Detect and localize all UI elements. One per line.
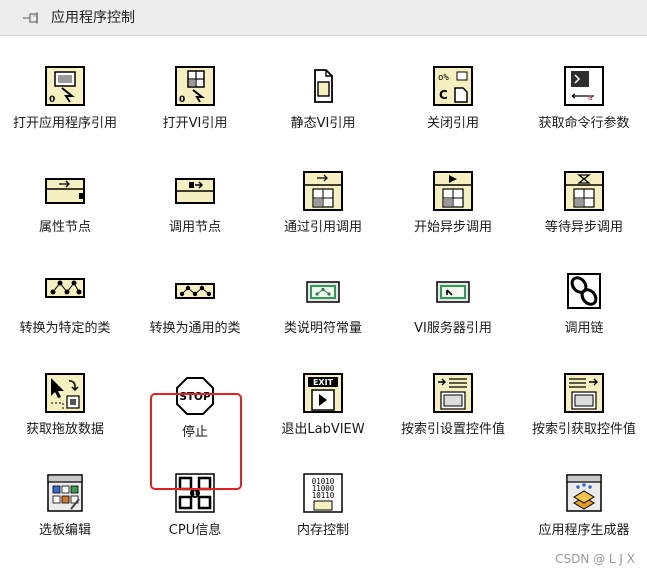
to-generic-class-icon xyxy=(175,272,215,312)
palette-item-label: 按索引获取控件值 xyxy=(531,422,636,437)
palette-item-label: 打开VI引用 xyxy=(162,116,228,131)
palette-item-class-specifier-constant[interactable]: 类说明符常量 xyxy=(258,272,388,342)
palette-item-to-specific-class[interactable]: 转换为特定的类 xyxy=(0,272,130,342)
palette-item-label: 通过引用调用 xyxy=(283,220,362,235)
start-async-call-icon xyxy=(433,171,473,211)
app-builder-icon xyxy=(564,473,604,513)
command-line-args-icon: a xyxy=(564,66,604,106)
palette-item-open-app-ref[interactable]: 0 打开应用程序引用 xyxy=(0,66,130,156)
watermark: CSDN @ L J X xyxy=(555,552,635,566)
get-control-value-icon xyxy=(564,373,604,413)
palette-item-start-async-call[interactable]: 开始异步调用 xyxy=(388,171,518,241)
exit-labview-icon: EXIT xyxy=(303,373,343,413)
palette-item-property-node[interactable]: 属性节点 xyxy=(0,171,130,241)
palette-item-label: 内存控制 xyxy=(296,523,349,538)
palette-item-app-builder[interactable]: 应用程序生成器 xyxy=(519,473,647,543)
palette-item-label: 打开应用程序引用 xyxy=(12,116,117,131)
close-ref-icon: o% C xyxy=(433,66,473,106)
palette-item-label: 获取命令行参数 xyxy=(538,116,630,131)
palette-item-exit-labview[interactable]: EXIT 退出LabVIEW xyxy=(258,373,388,463)
palette-title-bar: 应用程序控制 xyxy=(0,0,647,36)
open-vi-ref-icon: 0 xyxy=(175,66,215,106)
svg-text:i: i xyxy=(194,489,197,498)
palette-item-set-control-value[interactable]: 按索引设置控件值 xyxy=(388,373,518,463)
invoke-node-icon xyxy=(175,171,215,211)
palette-item-label: 选板编辑 xyxy=(38,523,91,538)
palette-item-label: 属性节点 xyxy=(38,220,91,235)
svg-text:o%: o% xyxy=(438,73,449,83)
palette-item-label: 调用链 xyxy=(564,321,604,336)
svg-text:a: a xyxy=(588,93,593,102)
memory-control-icon: 01010 11000 10110 xyxy=(303,473,343,513)
palette-item-get-control-value[interactable]: 按索引获取控件值 xyxy=(519,373,647,463)
palette-item-memory-control[interactable]: 01010 11000 10110 内存控制 xyxy=(258,473,388,543)
palette-item-label: 调用节点 xyxy=(168,220,221,235)
selected-item-highlight xyxy=(150,393,242,490)
class-specifier-constant-icon xyxy=(303,272,343,312)
palette-item-label: 静态VI引用 xyxy=(290,116,356,131)
palette-item-close-ref[interactable]: o% C 关闭引用 xyxy=(388,66,518,156)
palette-item-open-vi-ref[interactable]: 0 打开VI引用 xyxy=(130,66,260,156)
palette-item-to-generic-class[interactable]: 转换为通用的类 xyxy=(130,272,260,342)
set-control-value-icon xyxy=(433,373,473,413)
palette-item-get-drag-drop-data[interactable]: 获取拖放数据 xyxy=(0,373,130,463)
open-app-ref-icon: 0 xyxy=(45,66,85,106)
svg-text:C: C xyxy=(439,88,448,102)
get-drag-drop-data-icon xyxy=(45,373,85,413)
palette-item-invoke-node[interactable]: 调用节点 xyxy=(130,171,260,241)
palette-item-label: 开始异步调用 xyxy=(413,220,492,235)
svg-text:0: 0 xyxy=(49,95,55,105)
function-palette: 0 打开应用程序引用 0 打开VI引用 静态VI引用 o% C 关闭引用 a 获… xyxy=(0,36,647,572)
palette-edit-icon xyxy=(45,473,85,513)
palette-item-label: CPU信息 xyxy=(168,523,222,538)
svg-text:0: 0 xyxy=(179,95,185,105)
palette-item-palette-edit[interactable]: 选板编辑 xyxy=(0,473,130,543)
palette-item-vi-server-ref[interactable]: VI服务器引用 xyxy=(388,272,518,342)
palette-item-label: 按索引设置控件值 xyxy=(400,422,505,437)
palette-item-label: VI服务器引用 xyxy=(414,321,492,336)
to-specific-class-icon xyxy=(45,272,85,312)
palette-item-call-by-ref[interactable]: 通过引用调用 xyxy=(258,171,388,241)
palette-item-label: 类说明符常量 xyxy=(283,321,362,336)
static-vi-ref-icon xyxy=(303,66,343,106)
call-by-ref-icon xyxy=(303,171,343,211)
palette-item-wait-async-call[interactable]: 等待异步调用 xyxy=(519,171,647,241)
palette-item-label: 转换为通用的类 xyxy=(149,321,241,336)
pushpin-icon[interactable] xyxy=(22,10,42,26)
palette-item-label: 获取拖放数据 xyxy=(25,422,104,437)
palette-item-label: 关闭引用 xyxy=(426,116,479,131)
palette-item-command-line-args[interactable]: a 获取命令行参数 xyxy=(519,66,647,156)
palette-title: 应用程序控制 xyxy=(51,10,135,26)
palette-item-call-chain[interactable]: 调用链 xyxy=(519,272,647,342)
svg-text:10110: 10110 xyxy=(312,491,335,500)
wait-async-call-icon xyxy=(564,171,604,211)
property-node-icon xyxy=(45,171,85,211)
call-chain-icon xyxy=(564,272,604,312)
palette-item-label: 等待异步调用 xyxy=(544,220,623,235)
exit-sign-text: EXIT xyxy=(313,378,334,387)
vi-server-ref-icon xyxy=(433,272,473,312)
palette-item-label: 应用程序生成器 xyxy=(538,523,630,538)
palette-item-label: 转换为特定的类 xyxy=(19,321,111,336)
palette-item-static-vi-ref[interactable]: 静态VI引用 xyxy=(258,66,388,156)
palette-item-label: 退出LabVIEW xyxy=(281,422,365,437)
